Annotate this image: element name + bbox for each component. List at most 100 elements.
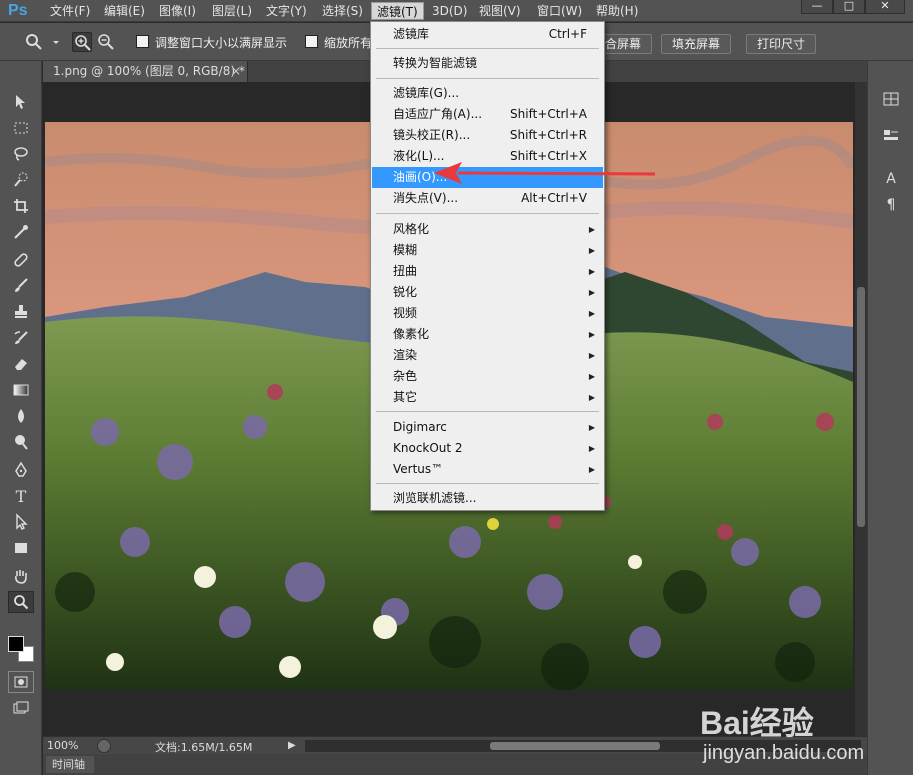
print-size-button[interactable]: 打印尺寸 — [746, 34, 817, 54]
zoom-level[interactable]: 100% — [47, 739, 78, 752]
submenu-arrow-icon: ▶ — [588, 393, 595, 402]
lasso-tool-icon[interactable] — [8, 143, 34, 165]
document-tab-title: 1.png @ 100% (图层 0, RGB/8) * — [53, 64, 245, 78]
menu-select[interactable]: 选择(S) — [317, 2, 368, 20]
blur-tool-icon[interactable] — [8, 405, 34, 427]
menu-type[interactable]: 文字(Y) — [261, 2, 312, 20]
filter-menu-item[interactable]: 镜头校正(R)... Shift+Ctrl+R — [372, 125, 603, 146]
menu-separator — [376, 213, 599, 214]
submenu-arrow-icon: ▶ — [588, 267, 595, 276]
history-brush-tool-icon[interactable] — [8, 327, 34, 349]
status-arrow-icon[interactable]: ▶ — [288, 740, 296, 751]
fill-screen-button[interactable]: 填充屏幕 — [661, 34, 732, 54]
status-menu-icon[interactable] — [97, 739, 111, 753]
filter-submenu-item[interactable]: 风格化 ▶ — [372, 219, 603, 240]
menu-window[interactable]: 窗口(W) — [532, 2, 587, 20]
filter-submenu-item[interactable]: KnockOut 2 ▶ — [372, 438, 603, 459]
menu-image[interactable]: 图像(I) — [154, 2, 201, 20]
zoom-out-icon[interactable] — [96, 32, 116, 52]
right-panel-dock: A ¶ — [867, 61, 913, 775]
eyedropper-tool-icon[interactable] — [8, 221, 34, 243]
menu-layer[interactable]: 图层(L) — [207, 2, 257, 20]
character-panel-icon[interactable]: A — [880, 169, 902, 189]
minimize-button[interactable]: — — [801, 0, 833, 14]
menu-view[interactable]: 视图(V) — [474, 2, 526, 20]
filter-menu-item[interactable]: 消失点(V)... Alt+Ctrl+V — [372, 188, 603, 209]
filter-menu-item[interactable]: 转换为智能滤镜 — [372, 53, 603, 74]
paragraph-panel-icon[interactable]: ¶ — [880, 195, 902, 215]
filter-submenu-item[interactable]: 渲染 ▶ — [372, 345, 603, 366]
filter-submenu-item[interactable]: 模糊 ▶ — [372, 240, 603, 261]
panel-layers-icon[interactable] — [880, 125, 902, 145]
quick-selection-tool-icon[interactable] — [8, 169, 34, 191]
filter-submenu-item[interactable]: 锐化 ▶ — [372, 282, 603, 303]
vertical-scroll-thumb[interactable] — [857, 287, 865, 527]
filter-submenu-item[interactable]: 其它 ▶ — [372, 387, 603, 408]
quick-mask-icon[interactable] — [8, 671, 34, 693]
move-tool-icon[interactable] — [8, 91, 34, 113]
document-close-icon[interactable]: × — [231, 61, 241, 82]
menu-filter[interactable]: 滤镜(T) — [371, 2, 424, 20]
zoom-all-label: 缩放所有 — [324, 36, 373, 50]
healing-brush-tool-icon[interactable] — [8, 249, 34, 271]
submenu-arrow-icon: ▶ — [588, 351, 595, 360]
filter-submenu-item[interactable]: 视频 ▶ — [372, 303, 603, 324]
filter-menu-item[interactable]: 自适应广角(A)... Shift+Ctrl+A — [372, 104, 603, 125]
timeline-tab[interactable]: 时间轴 — [46, 756, 94, 773]
submenu-arrow-icon: ▶ — [588, 465, 595, 474]
maximize-button[interactable]: □ — [833, 0, 865, 14]
path-selection-tool-icon[interactable] — [8, 511, 34, 533]
filter-submenu-item[interactable]: 扭曲 ▶ — [372, 261, 603, 282]
submenu-arrow-icon: ▶ — [588, 246, 595, 255]
resize-windows-checkbox[interactable] — [136, 35, 149, 48]
filter-menu-item[interactable]: 滤镜库 Ctrl+F — [372, 24, 603, 45]
menu-bar: Ps 文件(F) 编辑(E) 图像(I) 图层(L) 文字(Y) 选择(S) 滤… — [0, 0, 913, 22]
brush-tool-icon[interactable] — [8, 275, 34, 297]
eraser-tool-icon[interactable] — [8, 353, 34, 375]
menu-separator — [376, 411, 599, 412]
close-window-button[interactable]: ✕ — [865, 0, 905, 14]
document-tab[interactable]: 1.png @ 100% (图层 0, RGB/8) * × — [43, 61, 248, 82]
filter-dropdown-menu: 滤镜库 Ctrl+F 转换为智能滤镜 滤镜库(G)... 自适应广角(A)... S… — [370, 21, 605, 511]
filter-submenu-item[interactable]: Digimarc ▶ — [372, 417, 603, 438]
photoshop-logo: Ps — [8, 2, 28, 19]
submenu-arrow-icon: ▶ — [588, 225, 595, 234]
document-size-info: 文档:1.65M/1.65M — [155, 741, 253, 754]
rectangle-tool-icon[interactable] — [8, 537, 34, 559]
filter-submenu-item[interactable]: Vertus™ ▶ — [372, 459, 603, 480]
zoom-tool-preset-icon[interactable] — [24, 32, 44, 52]
menu-edit[interactable]: 编辑(E) — [99, 2, 150, 20]
marquee-tool-icon[interactable] — [8, 117, 34, 139]
screen-mode-icon[interactable] — [8, 697, 34, 719]
submenu-arrow-icon: ▶ — [588, 423, 595, 432]
crop-tool-icon[interactable] — [8, 195, 34, 217]
panel-grid-icon[interactable] — [880, 89, 902, 109]
filter-submenu-item[interactable]: 像素化 ▶ — [372, 324, 603, 345]
submenu-arrow-icon: ▶ — [588, 288, 595, 297]
menu-help[interactable]: 帮助(H) — [591, 2, 643, 20]
hand-tool-icon[interactable] — [8, 565, 34, 587]
vertical-scrollbar[interactable] — [855, 82, 867, 736]
annotation-arrow-icon — [434, 162, 656, 184]
submenu-arrow-icon: ▶ — [588, 444, 595, 453]
gradient-tool-icon[interactable] — [8, 379, 34, 401]
tools-panel: T — [0, 61, 42, 775]
resize-windows-label: 调整窗口大小以满屏显示 — [155, 36, 288, 50]
type-tool-icon[interactable]: T — [8, 485, 34, 507]
filter-menu-item[interactable]: 滤镜库(G)... — [372, 83, 603, 104]
dodge-tool-icon[interactable] — [8, 431, 34, 453]
preset-dropdown-arrow-icon[interactable] — [46, 32, 59, 52]
menu-separator — [376, 48, 599, 49]
menu-file[interactable]: 文件(F) — [45, 2, 95, 20]
pen-tool-icon[interactable] — [8, 459, 34, 481]
clone-stamp-tool-icon[interactable] — [8, 301, 34, 323]
filter-submenu-item[interactable]: 杂色 ▶ — [372, 366, 603, 387]
watermark-brand: Bai经验 — [700, 705, 814, 741]
horizontal-scroll-thumb[interactable] — [490, 742, 660, 750]
submenu-arrow-icon: ▶ — [588, 330, 595, 339]
menu-3d[interactable]: 3D(D) — [427, 2, 472, 20]
zoom-tool-icon[interactable] — [8, 591, 34, 613]
filter-menu-item-browse-online[interactable]: 浏览联机滤镜... — [372, 488, 603, 509]
zoom-in-icon[interactable] — [72, 32, 92, 52]
zoom-all-checkbox[interactable] — [305, 35, 318, 48]
